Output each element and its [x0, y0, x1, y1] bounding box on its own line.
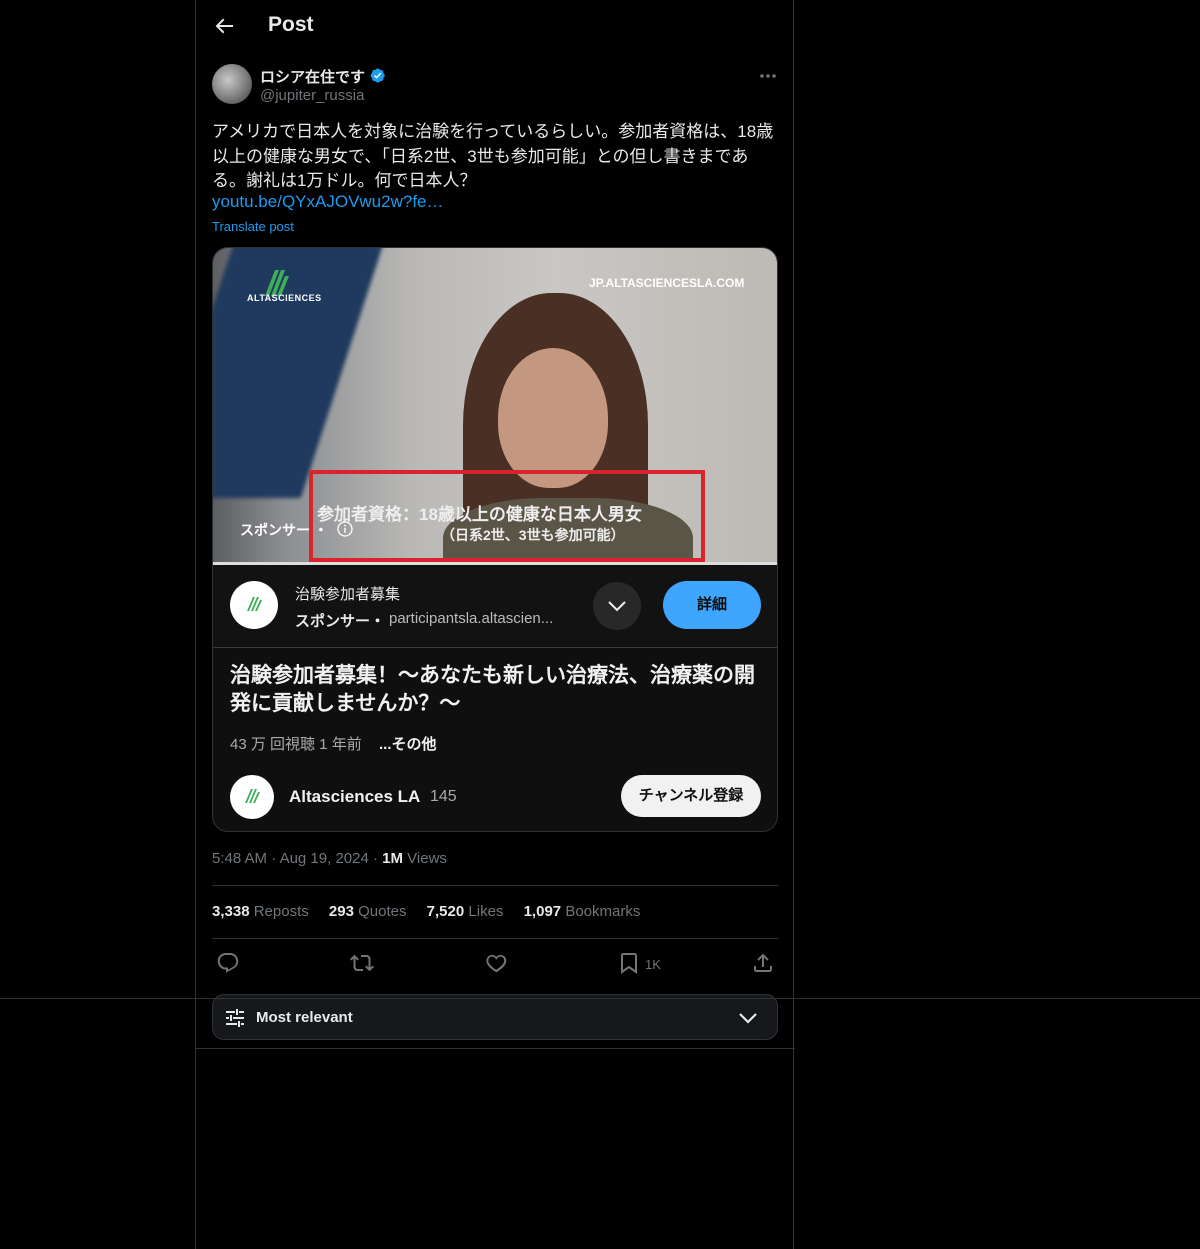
ad-logo[interactable] — [230, 581, 278, 629]
tweet-link[interactable]: youtu.be/QYxAJOVwu2w?fe… — [212, 192, 444, 212]
likes-label: Likes — [468, 903, 504, 920]
quotes-label: Quotes — [358, 903, 407, 920]
info-icon[interactable] — [337, 521, 353, 537]
post-date[interactable]: Aug 19, 2024 — [280, 850, 369, 867]
bookmarks-stat[interactable]: 1,097 Bookmarks — [524, 903, 641, 920]
reposts-label: Reposts — [253, 903, 309, 920]
bookmarks-count: 1,097 — [523, 903, 562, 920]
repost-icon[interactable] — [350, 951, 374, 975]
channel-avatar[interactable] — [230, 775, 274, 819]
divider — [196, 1048, 795, 1049]
ad-bar: 治験参加者募集 スポンサー・ participantsla.altascien.… — [213, 565, 777, 647]
viewport-guide-line — [0, 998, 1200, 999]
translate-post-link[interactable]: Translate post — [212, 219, 294, 234]
channel-subscriber-count: 145 — [430, 788, 457, 805]
sort-label: Most relevant — [256, 1009, 353, 1026]
ad-expand-button[interactable] — [593, 582, 641, 630]
video-subtitle-main: 参加者資格：18歳以上の健康な日本人男女 — [317, 505, 642, 524]
separator-dot: · — [372, 850, 383, 867]
youtube-card[interactable]: ALTASCIENCES JP.ALTASCIENCESLA.COM 参加者資格… — [212, 247, 778, 832]
reposts-count: 3,338 — [212, 903, 250, 920]
video-player[interactable]: ALTASCIENCES JP.ALTASCIENCESLA.COM 参加者資格… — [213, 248, 777, 565]
likes-count: 7,520 — [426, 903, 465, 920]
reply-sort-dropdown[interactable]: Most relevant — [212, 994, 778, 1040]
video-site-text: JP.ALTASCIENCESLA.COM — [589, 276, 745, 290]
chevron-down-icon — [739, 1013, 757, 1024]
header: Post — [196, 0, 795, 53]
tweet-text: アメリカで日本人を対象に治験を行っているらしい。参加者資格は、18歳以上の健康な… — [212, 122, 774, 190]
views-count: 1M — [382, 850, 403, 867]
youtube-more-link[interactable]: ...その他 — [379, 733, 437, 754]
ad-detail-button[interactable]: 詳細 — [663, 581, 761, 629]
youtube-video-title[interactable]: 治験参加者募集！〜あなたも新しい治療法、治療薬の開発に貢献しませんか？〜 — [230, 662, 766, 718]
engagement-stats: 3,338 Reposts 293 Quotes 7,520 Likes 1,0… — [212, 903, 656, 920]
author-name[interactable]: ロシア在住です — [260, 66, 365, 87]
main-column: Post ロシア在住です @jupiter_russia アメリカで日本人を対象… — [195, 0, 795, 1249]
subscribe-button[interactable]: チャンネル登録 — [621, 775, 761, 817]
channel-name[interactable]: Altasciences LA — [289, 787, 420, 807]
divider — [212, 938, 778, 939]
quotes-stat[interactable]: 293 Quotes — [329, 903, 407, 920]
author-handle[interactable]: @jupiter_russia — [260, 87, 364, 104]
bookmarks-label: Bookmarks — [565, 903, 641, 920]
share-icon[interactable] — [751, 951, 775, 975]
person-face — [498, 348, 608, 488]
more-options-icon[interactable] — [758, 66, 778, 86]
likes-stat[interactable]: 7,520 Likes — [427, 903, 504, 920]
ad-sponsor-label: スポンサー・ — [295, 613, 386, 630]
like-icon[interactable] — [484, 951, 508, 975]
quotes-count: 293 — [328, 903, 354, 920]
post-time[interactable]: 5:48 AM — [212, 850, 267, 867]
divider — [212, 885, 778, 886]
avatar[interactable] — [212, 64, 252, 104]
video-logo-text: ALTASCIENCES — [247, 293, 322, 303]
verified-badge-icon — [370, 68, 385, 83]
chevron-down-icon — [608, 601, 626, 612]
youtube-video-meta: 43 万 回視聴 1 年前 — [230, 736, 362, 753]
altasciences-channel-logo-icon — [245, 789, 260, 803]
bookmark-icon[interactable] — [617, 951, 641, 975]
page-title: Post — [268, 13, 314, 36]
post-timestamp: 5:48 AM · Aug 19, 2024 · 1M Views — [212, 850, 447, 867]
reposts-stat[interactable]: 3,338 Reposts — [212, 903, 309, 920]
ad-url[interactable]: participantsla.altascien... — [389, 610, 553, 627]
reply-icon[interactable] — [216, 951, 240, 975]
sponsor-overlay-label: スポンサー ・ — [240, 522, 328, 538]
ad-title: 治験参加者募集 — [295, 586, 401, 603]
divider — [213, 647, 777, 648]
video-subtitle-sub: （日系2世、3世も参加可能） — [441, 527, 625, 543]
filter-sliders-icon — [226, 1009, 244, 1027]
separator-dot: · — [271, 850, 280, 867]
bookmark-count: 1K — [645, 957, 661, 972]
back-arrow-icon[interactable] — [212, 14, 236, 38]
views-label: Views — [407, 850, 447, 867]
altasciences-small-logo-icon — [247, 597, 262, 611]
